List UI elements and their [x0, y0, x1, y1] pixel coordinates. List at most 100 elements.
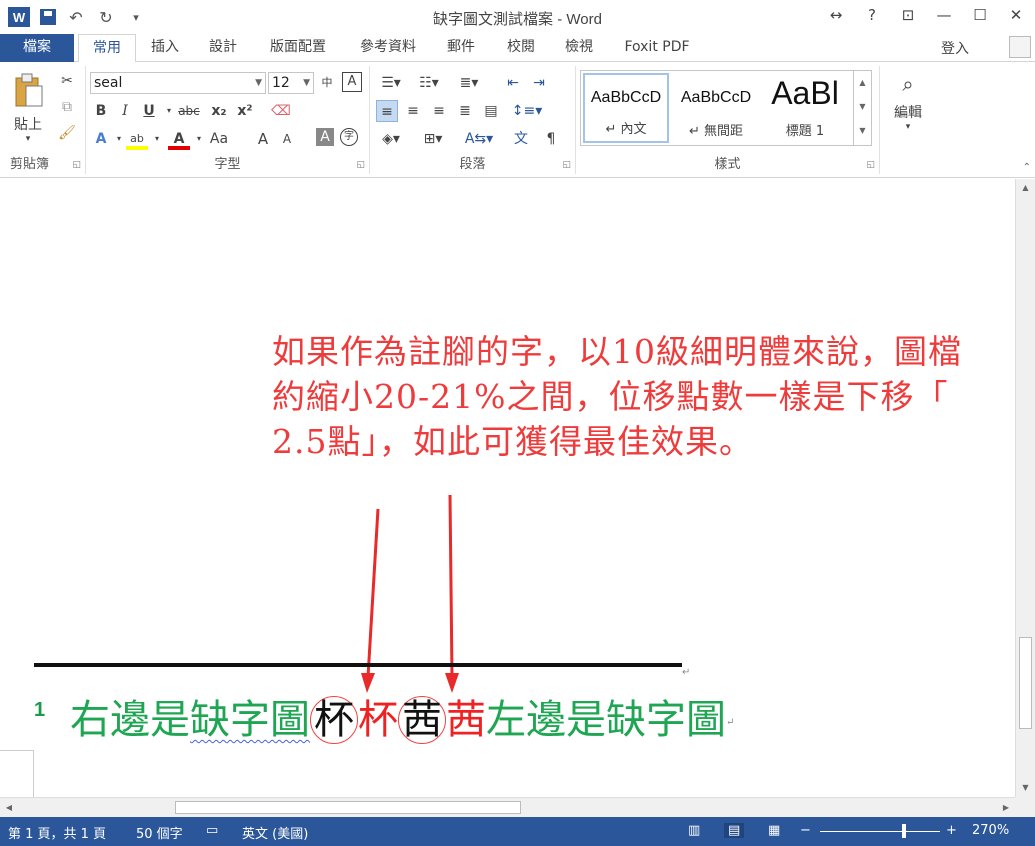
paste-button[interactable]: 貼上 ▾ — [8, 72, 48, 144]
style-no-spacing-name: ↵ 無間距 — [688, 124, 744, 139]
align-right-icon[interactable]: ≡ — [428, 100, 450, 122]
close-button[interactable]: ✕ — [1005, 6, 1027, 24]
horizontal-scrollbar[interactable]: ◀ ▶ — [0, 797, 1015, 817]
character-shading-icon[interactable]: A — [316, 128, 334, 146]
scroll-right-icon[interactable]: ▶ — [997, 798, 1015, 817]
multilevel-list-icon[interactable]: ≣▾ — [454, 72, 484, 94]
read-mode-icon[interactable]: ▥ — [688, 823, 700, 838]
avatar[interactable] — [1009, 36, 1031, 58]
shrink-font-button[interactable]: A — [276, 128, 298, 150]
tab-review[interactable]: 校閱 — [496, 34, 546, 62]
tab-home[interactable]: 常用 — [78, 34, 136, 63]
show-marks-icon[interactable]: ¶ — [540, 128, 562, 150]
vertical-scrollbar[interactable]: ▲ ▼ — [1015, 179, 1035, 797]
styles-scroll[interactable]: ▲ ▼ ▼ — [853, 71, 871, 145]
increase-indent-icon[interactable]: ⇥ — [528, 72, 550, 94]
chevron-down-icon: ▾ — [905, 122, 911, 132]
proofing-icon[interactable]: ▭ — [206, 823, 218, 838]
decrease-indent-icon[interactable]: ⇤ — [502, 72, 524, 94]
scroll-down-icon[interactable]: ▼ — [1016, 779, 1035, 797]
chevron-up-icon[interactable]: ▲ — [854, 71, 871, 95]
superscript-button[interactable]: x² — [234, 100, 256, 122]
word-count[interactable]: 50 個字 — [136, 823, 183, 842]
ribbon-options-icon[interactable]: ⊡ — [897, 6, 919, 24]
style-no-spacing[interactable]: AaBbCcD ↵ 無間距 — [673, 73, 759, 143]
sign-in-link[interactable]: 登入 — [941, 38, 969, 58]
minimize-button[interactable]: — — [933, 6, 955, 24]
language-indicator[interactable]: 英文 (美國) — [242, 823, 308, 842]
asian-layout-icon[interactable]: 文 — [510, 128, 532, 150]
justify-icon[interactable]: ≣ — [454, 100, 476, 122]
clipboard-launcher-icon[interactable]: ◱ — [72, 160, 81, 170]
distributed-icon[interactable]: ▤ — [480, 100, 502, 122]
phonetic-guide-icon[interactable]: 中 — [316, 72, 338, 94]
change-case-button[interactable]: Aa — [204, 128, 234, 150]
subscript-button[interactable]: x₂ — [208, 100, 230, 122]
style-normal[interactable]: AaBbCcD ↵ 內文 — [583, 73, 669, 143]
zoom-in-button[interactable]: + — [946, 823, 957, 838]
format-painter-icon[interactable]: 🖌 — [56, 122, 78, 144]
chevron-down-icon[interactable]: ▾ — [146, 128, 168, 150]
font-launcher-icon[interactable]: ◱ — [356, 160, 365, 170]
tab-insert[interactable]: 插入 — [140, 34, 190, 62]
footnote-text[interactable]: 右邊是缺字圖杯杯茜茜左邊是缺字圖↵ — [70, 695, 734, 748]
chevron-down-icon[interactable]: ▼ — [854, 95, 871, 119]
font-size-combo[interactable]: 12 ▼ — [268, 72, 314, 94]
chevron-down-icon[interactable]: ▼ — [303, 73, 310, 93]
horizontal-scroll-thumb[interactable] — [175, 801, 521, 814]
scroll-left-icon[interactable]: ◀ — [0, 798, 18, 817]
editing-button[interactable]: ⌕ 編輯 ▾ — [886, 72, 930, 132]
align-left-icon[interactable]: ≡ — [376, 100, 398, 122]
help-icon[interactable]: ? — [861, 6, 883, 24]
shading-icon[interactable]: ◈▾ — [376, 128, 406, 150]
document-canvas[interactable]: 如果作為註腳的字，以10級細明體來說，圖檔 約縮小20-21%之間，位移點數一樣… — [0, 179, 1015, 797]
character-border-icon[interactable]: A — [342, 72, 362, 92]
zoom-slider-thumb[interactable] — [902, 824, 906, 838]
tab-references[interactable]: 參考資料 — [348, 34, 428, 62]
zoom-out-button[interactable]: − — [800, 823, 811, 838]
font-name-combo[interactable]: seal ▼ — [90, 72, 266, 94]
tab-foxit-pdf[interactable]: Foxit PDF — [612, 34, 702, 62]
tab-layout[interactable]: 版面配置 — [258, 34, 338, 62]
zoom-level[interactable]: 270% — [972, 823, 1009, 838]
tab-view[interactable]: 檢視 — [554, 34, 604, 62]
cut-icon[interactable]: ✂ — [56, 70, 78, 92]
print-layout-icon[interactable]: ▤ — [724, 823, 745, 838]
line-spacing-icon[interactable]: ↕≡▾ — [510, 100, 544, 122]
more-styles-icon[interactable]: ▼ — [854, 119, 871, 143]
tab-mailings[interactable]: 郵件 — [436, 34, 486, 62]
borders-icon[interactable]: ⊞▾ — [418, 128, 448, 150]
collapse-ribbon-icon[interactable]: ⌃ — [1023, 162, 1031, 173]
enclose-characters-icon[interactable]: 字 — [340, 128, 358, 146]
tab-design[interactable]: 設計 — [198, 34, 248, 62]
tab-file[interactable]: 檔案 — [0, 34, 74, 62]
paste-dropdown-icon[interactable]: ▾ — [8, 134, 48, 144]
ribbon-display-icon[interactable]: ↔ — [825, 6, 847, 24]
web-layout-icon[interactable]: ▦ — [768, 823, 780, 838]
copy-icon[interactable]: ⧉ — [56, 96, 78, 118]
chevron-down-icon[interactable]: ▼ — [255, 73, 262, 93]
underline-button[interactable]: U — [138, 100, 160, 122]
numbering-icon[interactable]: ☷▾ — [414, 72, 444, 94]
page-count[interactable]: 第 1 頁，共 1 頁 — [8, 823, 106, 842]
text-direction-icon[interactable]: A⇆▾ — [462, 128, 496, 150]
bullets-icon[interactable]: ☰▾ — [376, 72, 406, 94]
arrow-head-left — [361, 673, 375, 693]
editing-label: 編輯 — [894, 105, 922, 121]
style-heading-1[interactable]: AaBl 標題 1 — [763, 73, 847, 143]
scroll-up-icon[interactable]: ▲ — [1016, 179, 1035, 197]
strikethrough-button[interactable]: abc — [174, 100, 204, 122]
grow-font-button[interactable]: A — [252, 128, 274, 150]
clear-formatting-icon[interactable]: ⌫ — [270, 100, 292, 122]
align-center-icon[interactable]: ≡ — [402, 100, 424, 122]
bold-button[interactable]: B — [90, 100, 112, 122]
maximize-button[interactable]: ☐ — [969, 6, 991, 24]
highlight-icon[interactable]: ab — [126, 128, 148, 150]
vertical-scroll-thumb[interactable] — [1019, 637, 1032, 729]
font-color-icon[interactable]: A — [168, 128, 190, 150]
styles-group: AaBbCcD ↵ 內文 AaBbCcD ↵ 無間距 AaBl 標題 1 ▲ ▼… — [576, 66, 880, 174]
paragraph-launcher-icon[interactable]: ◱ — [562, 160, 571, 170]
styles-launcher-icon[interactable]: ◱ — [866, 160, 875, 170]
zoom-slider[interactable] — [820, 831, 940, 832]
italic-button[interactable]: I — [114, 100, 136, 122]
